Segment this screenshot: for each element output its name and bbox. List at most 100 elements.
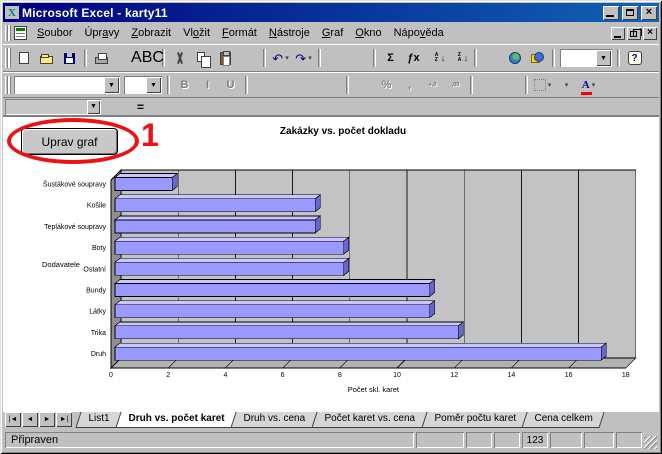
sheet-tab[interactable]: Cena celkem [522, 412, 606, 428]
decrease-indent-button[interactable] [476, 75, 499, 96]
sheet-tab[interactable]: Počet karet vs. cena [311, 412, 427, 428]
chevron-down-icon[interactable]: ▾ [285, 54, 289, 62]
maximize-button[interactable] [622, 6, 638, 20]
sheet-tab[interactable]: Druh vs. cena [231, 412, 318, 428]
chart-bar[interactable] [115, 284, 430, 297]
fill-color-button[interactable]: ▾ [554, 75, 577, 96]
tab-scroll-first-button[interactable]: |◄ [5, 412, 21, 427]
status-bar: Připraven 123 [3, 429, 659, 451]
chart-wizard-button[interactable] [480, 48, 503, 69]
align-right-button[interactable] [297, 75, 320, 96]
undo-button[interactable]: ↶▾ [269, 48, 292, 69]
comma-style-button[interactable]: , [398, 75, 421, 96]
bar-top-face [115, 195, 320, 199]
sort-descending-button[interactable]: ZA [448, 48, 471, 69]
web-toolbar-button[interactable] [347, 48, 370, 69]
underline-icon: U [227, 79, 235, 91]
bold-button[interactable]: B [173, 75, 196, 96]
zoom-select[interactable]: ▼ [560, 49, 612, 67]
formatting-toolbar: ▼▼BIU%,+,0,00▾▾A▾ [3, 72, 659, 98]
merge-center-button[interactable] [320, 75, 343, 96]
underline-button[interactable]: U [219, 75, 242, 96]
sort-ascending-icon: AZ [435, 53, 439, 64]
paste-function-button[interactable]: ƒx [402, 48, 425, 69]
percent-style-button[interactable]: % [375, 75, 398, 96]
category-label: Druh [91, 351, 106, 358]
help-button[interactable]: ? [623, 48, 646, 69]
font-color-button[interactable]: A▾ [577, 75, 600, 96]
drawing-button[interactable] [526, 48, 549, 69]
borders-button[interactable]: ▾ [531, 75, 554, 96]
workbook-icon[interactable] [14, 26, 27, 40]
tab-scroll-previous-button[interactable]: ◄ [22, 412, 38, 427]
chevron-down-icon[interactable]: ▾ [565, 81, 569, 89]
close-button[interactable]: × [641, 6, 657, 20]
bar-top-face [115, 216, 320, 220]
menu-item-upravy[interactable]: Úpravy [78, 25, 125, 41]
menubar-grip[interactable] [5, 25, 8, 41]
sheet-tab[interactable]: Poměr počtu karet [421, 412, 528, 428]
menu-item-soubor[interactable]: Soubor [31, 25, 78, 41]
name-box[interactable]: ▼ [5, 99, 101, 115]
paste-button[interactable] [214, 48, 237, 69]
sort-ascending-button[interactable]: AZ [425, 48, 448, 69]
font-name-dropdown-button[interactable]: ▼ [104, 77, 119, 93]
chart-bar[interactable] [115, 305, 430, 318]
print-button[interactable] [90, 48, 113, 69]
zoom-dropdown-button[interactable]: ▼ [596, 50, 611, 66]
copy-button[interactable] [191, 48, 214, 69]
menu-item-okno[interactable]: Okno [349, 25, 387, 41]
save-button[interactable] [58, 48, 81, 69]
chart-bar[interactable] [115, 178, 172, 191]
menu-item-vlozit[interactable]: Vložit [177, 25, 216, 41]
chevron-down-icon[interactable]: ▾ [592, 81, 596, 89]
minimize-button[interactable] [603, 6, 619, 20]
spelling-button[interactable]: ABC [136, 48, 159, 69]
workbook-minimize-button[interactable] [611, 27, 625, 40]
cut-button[interactable] [168, 48, 191, 69]
chart-bar[interactable] [115, 262, 344, 275]
align-center-button[interactable] [274, 75, 297, 96]
chart-bar[interactable] [115, 220, 315, 233]
tab-scroll-next-button[interactable]: ► [39, 412, 55, 427]
workbook-restore-button[interactable] [627, 27, 641, 40]
toolbar-grip[interactable] [5, 76, 8, 94]
increase-decimal-button[interactable]: +,0 [421, 75, 444, 96]
sheet-tab[interactable]: Druh vs. počet karet [116, 412, 237, 428]
resize-grip[interactable] [644, 436, 657, 449]
italic-button[interactable]: I [196, 75, 219, 96]
tab-scroll-last-button[interactable]: ►| [56, 412, 72, 427]
uprav-graf-button[interactable]: Uprav graf [21, 128, 118, 155]
chevron-down-icon[interactable]: ▾ [308, 54, 312, 62]
autosum-button[interactable]: Σ [379, 48, 402, 69]
menu-item-zobrazit[interactable]: Zobrazit [125, 25, 177, 41]
chart-bar[interactable] [115, 347, 601, 360]
increase-indent-button[interactable] [499, 75, 522, 96]
menu-item-format[interactable]: Formát [216, 25, 263, 41]
sheet-tab[interactable]: List1 [75, 412, 121, 428]
chart-bar[interactable] [115, 326, 458, 339]
redo-button[interactable]: ↷▾ [292, 48, 315, 69]
map-button[interactable] [503, 48, 526, 69]
menu-item-napoveda[interactable]: Nápověda [388, 25, 450, 41]
menu-item-nastroje[interactable]: Nástroje [263, 25, 316, 41]
chevron-down-icon[interactable]: ▾ [548, 81, 552, 89]
chart-bar[interactable] [115, 199, 315, 212]
chart-bar[interactable] [115, 241, 344, 254]
name-box-dropdown-button[interactable]: ▼ [87, 100, 100, 114]
chart-title: Zakázky vs. počet dokladu [143, 126, 543, 137]
font-size-dropdown-button[interactable]: ▼ [146, 77, 161, 93]
insert-hyperlink-button[interactable] [324, 48, 347, 69]
currency-style-button[interactable] [352, 75, 375, 96]
menu-item-graf[interactable]: Graf [316, 25, 349, 41]
new-button[interactable] [12, 48, 35, 69]
font-size-select[interactable]: ▼ [124, 76, 162, 94]
decrease-decimal-button[interactable]: ,00 [444, 75, 467, 96]
open-button[interactable] [35, 48, 58, 69]
align-left-button[interactable] [251, 75, 274, 96]
toolbar-separator [245, 76, 248, 94]
format-painter-button[interactable] [237, 48, 260, 69]
workbook-close-button[interactable]: × [643, 27, 657, 40]
toolbar-grip[interactable] [5, 48, 8, 67]
font-name-select[interactable]: ▼ [14, 76, 120, 94]
